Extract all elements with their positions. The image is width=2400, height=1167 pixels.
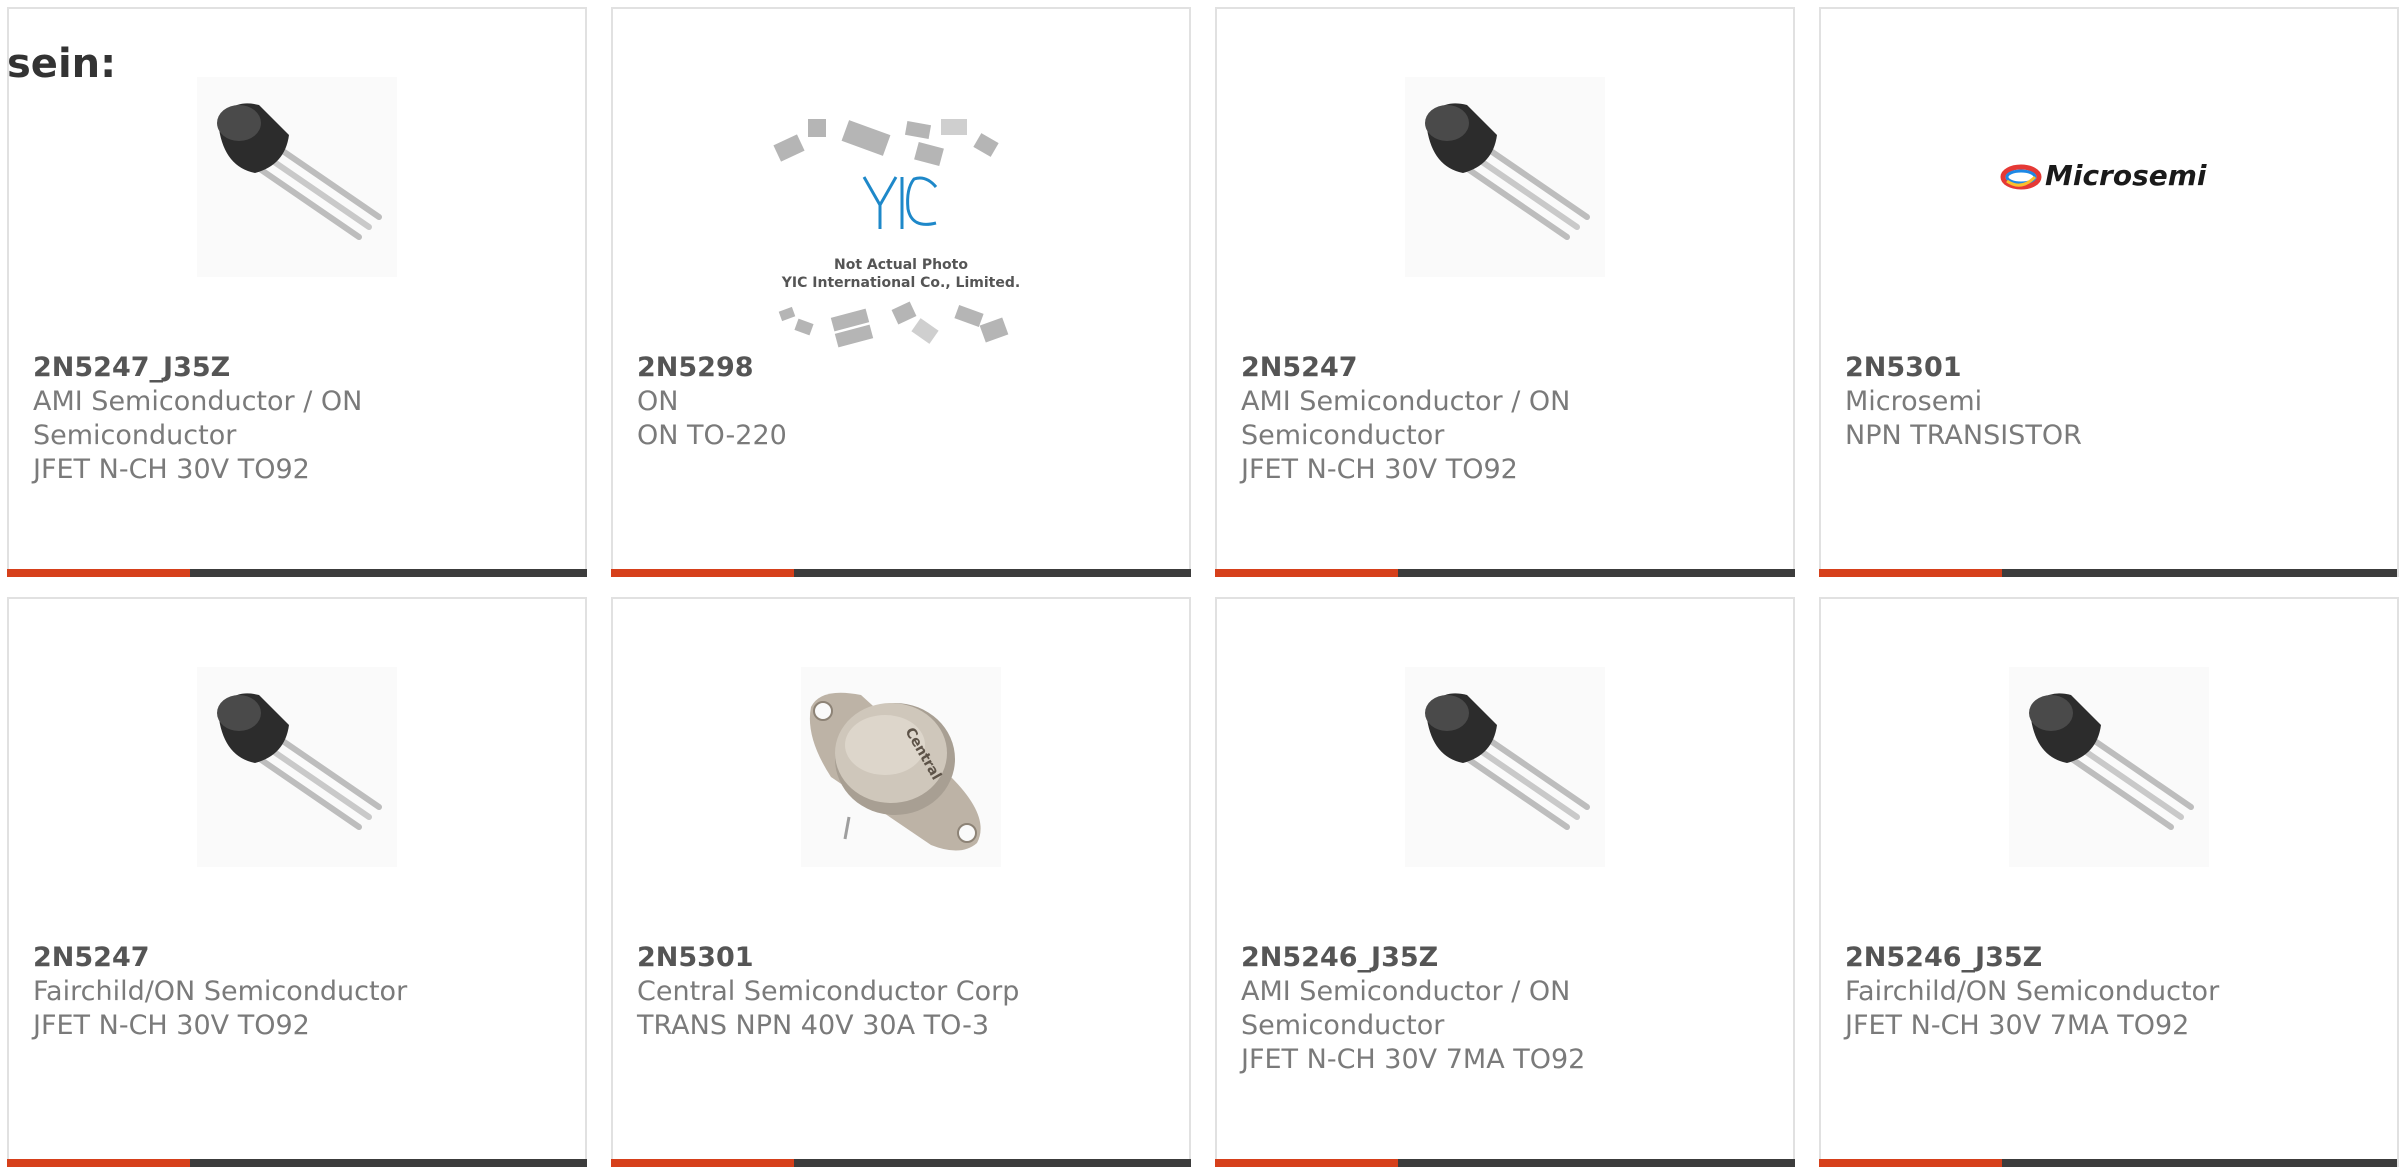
microsemi-logo-image: Microsemi (1999, 77, 2219, 277)
to3-transistor-image: Central (801, 667, 1001, 867)
card-bottom-bar (611, 569, 1191, 577)
card-bottom-bar (1215, 569, 1795, 577)
card-bottom-bar (611, 1159, 1191, 1167)
description-line: TRANS NPN 40V 30A TO-3 (637, 1010, 990, 1041)
product-info: 2N5301 Microsemi NPN TRANSISTOR (1845, 351, 2373, 453)
description-line: JFET N-CH 30V TO92 (1241, 454, 1518, 485)
card-bottom-bar (1819, 1159, 2397, 1167)
description-line: JFET N-CH 30V TO92 (33, 454, 310, 485)
product-card[interactable]: 2N5247 Fairchild/ON Semiconductor JFET N… (7, 597, 587, 1167)
description-line: JFET N-CH 30V 7MA TO92 (1241, 1044, 1586, 1075)
product-card[interactable]: Microsemi 2N5301 Microsemi NPN TRANSISTO… (1819, 7, 2399, 577)
manufacturer-line: AMI Semiconductor / ON (1241, 386, 1571, 417)
manufacturer-line: Central Semiconductor Corp (637, 976, 1020, 1007)
part-number: 2N5301 (1845, 352, 1962, 383)
to92-transistor-image (2009, 667, 2209, 867)
placeholder-company: YIC International Co., Limited. (781, 275, 1020, 291)
manufacturer-line: Fairchild/ON Semiconductor (33, 976, 408, 1007)
part-number: 2N5247 (1241, 352, 1358, 383)
card-accent (7, 1159, 190, 1167)
description-line: NPN TRANSISTOR (1845, 420, 2082, 451)
manufacturer-line: AMI Semiconductor / ON (1241, 976, 1571, 1007)
product-card[interactable]: 2N5247_J35Z AMI Semiconductor / ON Semic… (7, 7, 587, 577)
manufacturer-line: Semiconductor (1241, 1010, 1445, 1041)
part-number: 2N5246_J35Z (1241, 942, 1439, 973)
product-info: 2N5247 Fairchild/ON Semiconductor JFET N… (33, 941, 561, 1043)
part-number: 2N5301 (637, 942, 754, 973)
card-bottom-bar (7, 569, 587, 577)
card-bottom-bar (7, 1159, 587, 1167)
manufacturer-line: AMI Semiconductor / ON (33, 386, 363, 417)
part-number: 2N5247 (33, 942, 150, 973)
card-bottom-bar (1819, 569, 2397, 577)
card-accent (7, 569, 190, 577)
product-info: 2N5298 ON ON TO-220 (637, 351, 1165, 453)
product-info: 2N5246_J35Z Fairchild/ON Semiconductor J… (1845, 941, 2373, 1043)
to92-transistor-image (1405, 77, 1605, 277)
part-number: 2N5247_J35Z (33, 352, 231, 383)
product-card[interactable]: 2N5246_J35Z AMI Semiconductor / ON Semic… (1215, 597, 1795, 1167)
card-accent (611, 569, 794, 577)
placeholder-text: Not Actual Photo (834, 257, 968, 273)
product-card[interactable]: 2N5246_J35Z Fairchild/ON Semiconductor J… (1819, 597, 2399, 1167)
product-info: 2N5301 Central Semiconductor Corp TRANS … (637, 941, 1165, 1043)
description-line: JFET N-CH 30V 7MA TO92 (1845, 1010, 2190, 1041)
product-card[interactable]: 2N5247 AMI Semiconductor / ON Semiconduc… (1215, 7, 1795, 577)
card-accent (611, 1159, 794, 1167)
to92-transistor-image (197, 77, 397, 277)
manufacturer-line: Microsemi (1845, 386, 1983, 417)
product-info: 2N5247 AMI Semiconductor / ON Semiconduc… (1241, 351, 1769, 487)
card-accent (1819, 1159, 2002, 1167)
manufacturer-line: Fairchild/ON Semiconductor (1845, 976, 2220, 1007)
to92-transistor-image (1405, 667, 1605, 867)
not-actual-photo-image: Not Actual Photo YIC International Co., … (766, 99, 1036, 359)
card-accent (1215, 1159, 1398, 1167)
card-accent (1215, 569, 1398, 577)
product-card[interactable]: Central 2N5301 Central Semiconductor Cor… (611, 597, 1191, 1167)
card-accent (1819, 569, 2002, 577)
section-heading: sein: (7, 41, 117, 87)
description-line: ON TO-220 (637, 420, 787, 451)
card-bottom-bar (1215, 1159, 1795, 1167)
manufacturer-line: Semiconductor (1241, 420, 1445, 451)
manufacturer-line: ON (637, 386, 679, 417)
microsemi-logo-text: Microsemi (2045, 159, 2207, 192)
product-info: 2N5246_J35Z AMI Semiconductor / ON Semic… (1241, 941, 1769, 1077)
manufacturer-line: Semiconductor (33, 420, 237, 451)
product-card[interactable]: Not Actual Photo YIC International Co., … (611, 7, 1191, 577)
part-number: 2N5246_J35Z (1845, 942, 2043, 973)
to92-transistor-image (197, 667, 397, 867)
product-info: 2N5247_J35Z AMI Semiconductor / ON Semic… (33, 351, 561, 487)
description-line: JFET N-CH 30V TO92 (33, 1010, 310, 1041)
part-number: 2N5298 (637, 352, 754, 383)
